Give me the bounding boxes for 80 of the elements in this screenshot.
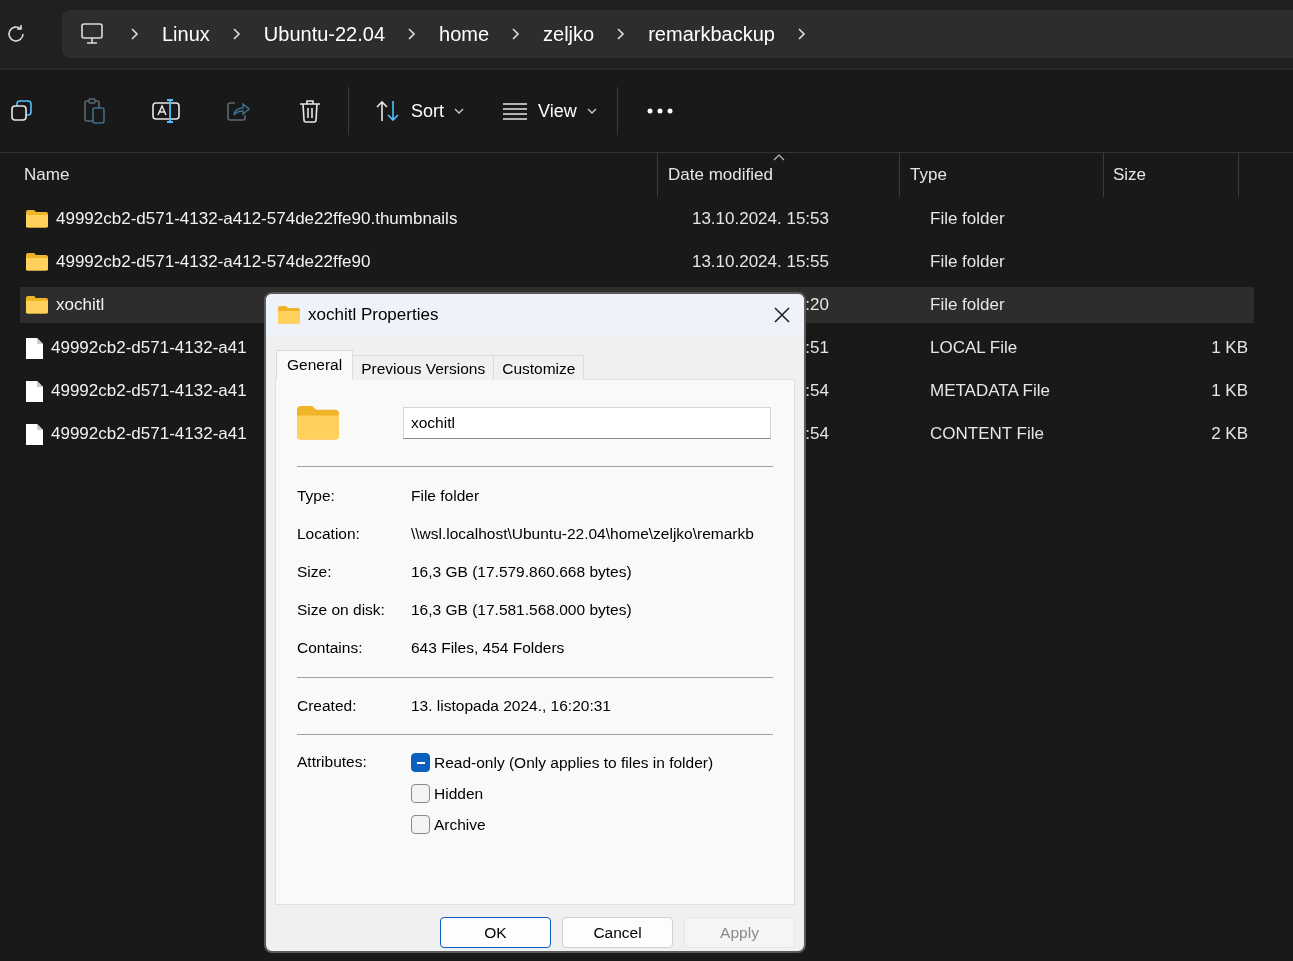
clipboard-icon: [82, 98, 106, 124]
property-label: Size on disk:: [297, 601, 386, 619]
file-name: 49992cb2-d571-4132-a41: [51, 381, 247, 401]
name-field[interactable]: xochitl: [403, 407, 771, 439]
dialog-title: xochitl Properties: [308, 305, 440, 325]
property-value: 16,3 GB (17.581.568.000 bytes): [411, 601, 632, 619]
tab[interactable]: Customize: [493, 355, 585, 380]
date-modified: :54: [804, 424, 829, 444]
rename-icon: [152, 99, 180, 123]
file-type: CONTENT File: [930, 424, 1045, 444]
property-value: \\wsl.localhost\Ubuntu-22.04\home\zeljko\remarkb: [411, 525, 754, 543]
checkbox-label: Archive: [434, 815, 486, 834]
view-button[interactable]: View: [498, 94, 601, 128]
caret-icon: [454, 108, 464, 114]
sort-icon: [375, 100, 401, 122]
date-modified: 13.10.2024. 15:53: [690, 209, 829, 229]
file-name: 49992cb2-d571-4132-a412-574de22ffe90: [56, 252, 371, 272]
date-modified: :20: [804, 295, 829, 315]
file-icon: [26, 337, 43, 359]
folder-icon: [26, 210, 48, 228]
dialog-button[interactable]: Cancel: [562, 917, 673, 948]
file-name: 49992cb2-d571-4132-a412-574de22ffe90.thumbnails: [56, 209, 458, 229]
file-name: 49992cb2-d571-4132-a41: [51, 424, 247, 444]
trash-icon: [299, 99, 321, 123]
file-type: LOCAL File: [930, 338, 1019, 358]
breadcrumb-item[interactable]: remarkbackup: [640, 18, 783, 50]
breadcrumb-item[interactable]: zeljko: [535, 18, 603, 50]
property-label: Location:: [297, 525, 361, 543]
property-label: Type:: [297, 487, 336, 505]
folder-icon: [297, 406, 339, 440]
property-value: 16,3 GB (17.579.860.668 bytes): [411, 563, 632, 581]
copy-icon: [10, 99, 34, 123]
checkbox-label: Hidden: [434, 784, 484, 803]
checkbox[interactable]: [411, 815, 430, 834]
checkbox[interactable]: [411, 784, 430, 803]
date-modified: 13.10.2024. 15:55: [690, 252, 829, 272]
file-type: File folder: [930, 295, 1006, 315]
file-icon: [26, 380, 43, 402]
file-size: 1 KB: [1210, 381, 1249, 401]
file-size: 2 KB: [1210, 424, 1249, 444]
date-modified: :51: [804, 338, 829, 358]
property-label: Contains:: [297, 639, 364, 657]
property-label: Size:: [297, 563, 333, 581]
folder-icon: [278, 306, 300, 324]
property-value: 13. listopada 2024., 16:20:31: [411, 697, 611, 715]
computer-icon: [80, 22, 104, 46]
share-icon: [226, 99, 250, 123]
file-type: File folder: [930, 252, 1006, 272]
dialog-button[interactable]: OK: [440, 917, 551, 948]
list-icon: [502, 102, 528, 120]
column-header[interactable]: Name: [0, 153, 658, 197]
tab[interactable]: Previous Versions: [352, 355, 495, 380]
more-icon: [646, 108, 673, 114]
tab[interactable]: General: [276, 350, 354, 380]
breadcrumb-item[interactable]: Ubuntu-22.04: [255, 18, 393, 50]
file-name: 49992cb2-d571-4132-a41: [51, 338, 247, 358]
checkbox[interactable]: [411, 753, 430, 772]
folder-icon: [26, 253, 48, 271]
file-icon: [26, 423, 43, 445]
sort-button[interactable]: Sort: [371, 94, 468, 128]
property-value: 643 Files, 454 Folders: [411, 639, 565, 657]
property-label: Attributes:: [297, 753, 368, 772]
property-label: Created:: [297, 697, 358, 715]
refresh-icon: [6, 24, 26, 44]
breadcrumb-item[interactable]: home: [431, 18, 498, 50]
breadcrumb-item[interactable]: Linux: [154, 18, 218, 50]
caret-icon: [586, 108, 597, 114]
file-name: xochitl: [56, 295, 105, 315]
column-header[interactable]: Size: [1104, 153, 1239, 197]
close-icon: [773, 306, 791, 324]
file-type: METADATA File: [930, 381, 1051, 401]
file-size: 1 KB: [1210, 338, 1249, 358]
column-header[interactable]: Type: [900, 153, 1104, 197]
file-type: File folder: [930, 209, 1006, 229]
column-header[interactable]: Date modified: [658, 153, 900, 197]
folder-icon: [26, 296, 48, 314]
checkbox-label: Read-only (Only applies to files in folder): [434, 753, 714, 772]
address-bar[interactable]: Linux Ubuntu-22.04 home zeljko remarkbackup: [62, 10, 1293, 58]
property-value: File folder: [411, 487, 480, 505]
date-modified: :54: [804, 381, 829, 401]
